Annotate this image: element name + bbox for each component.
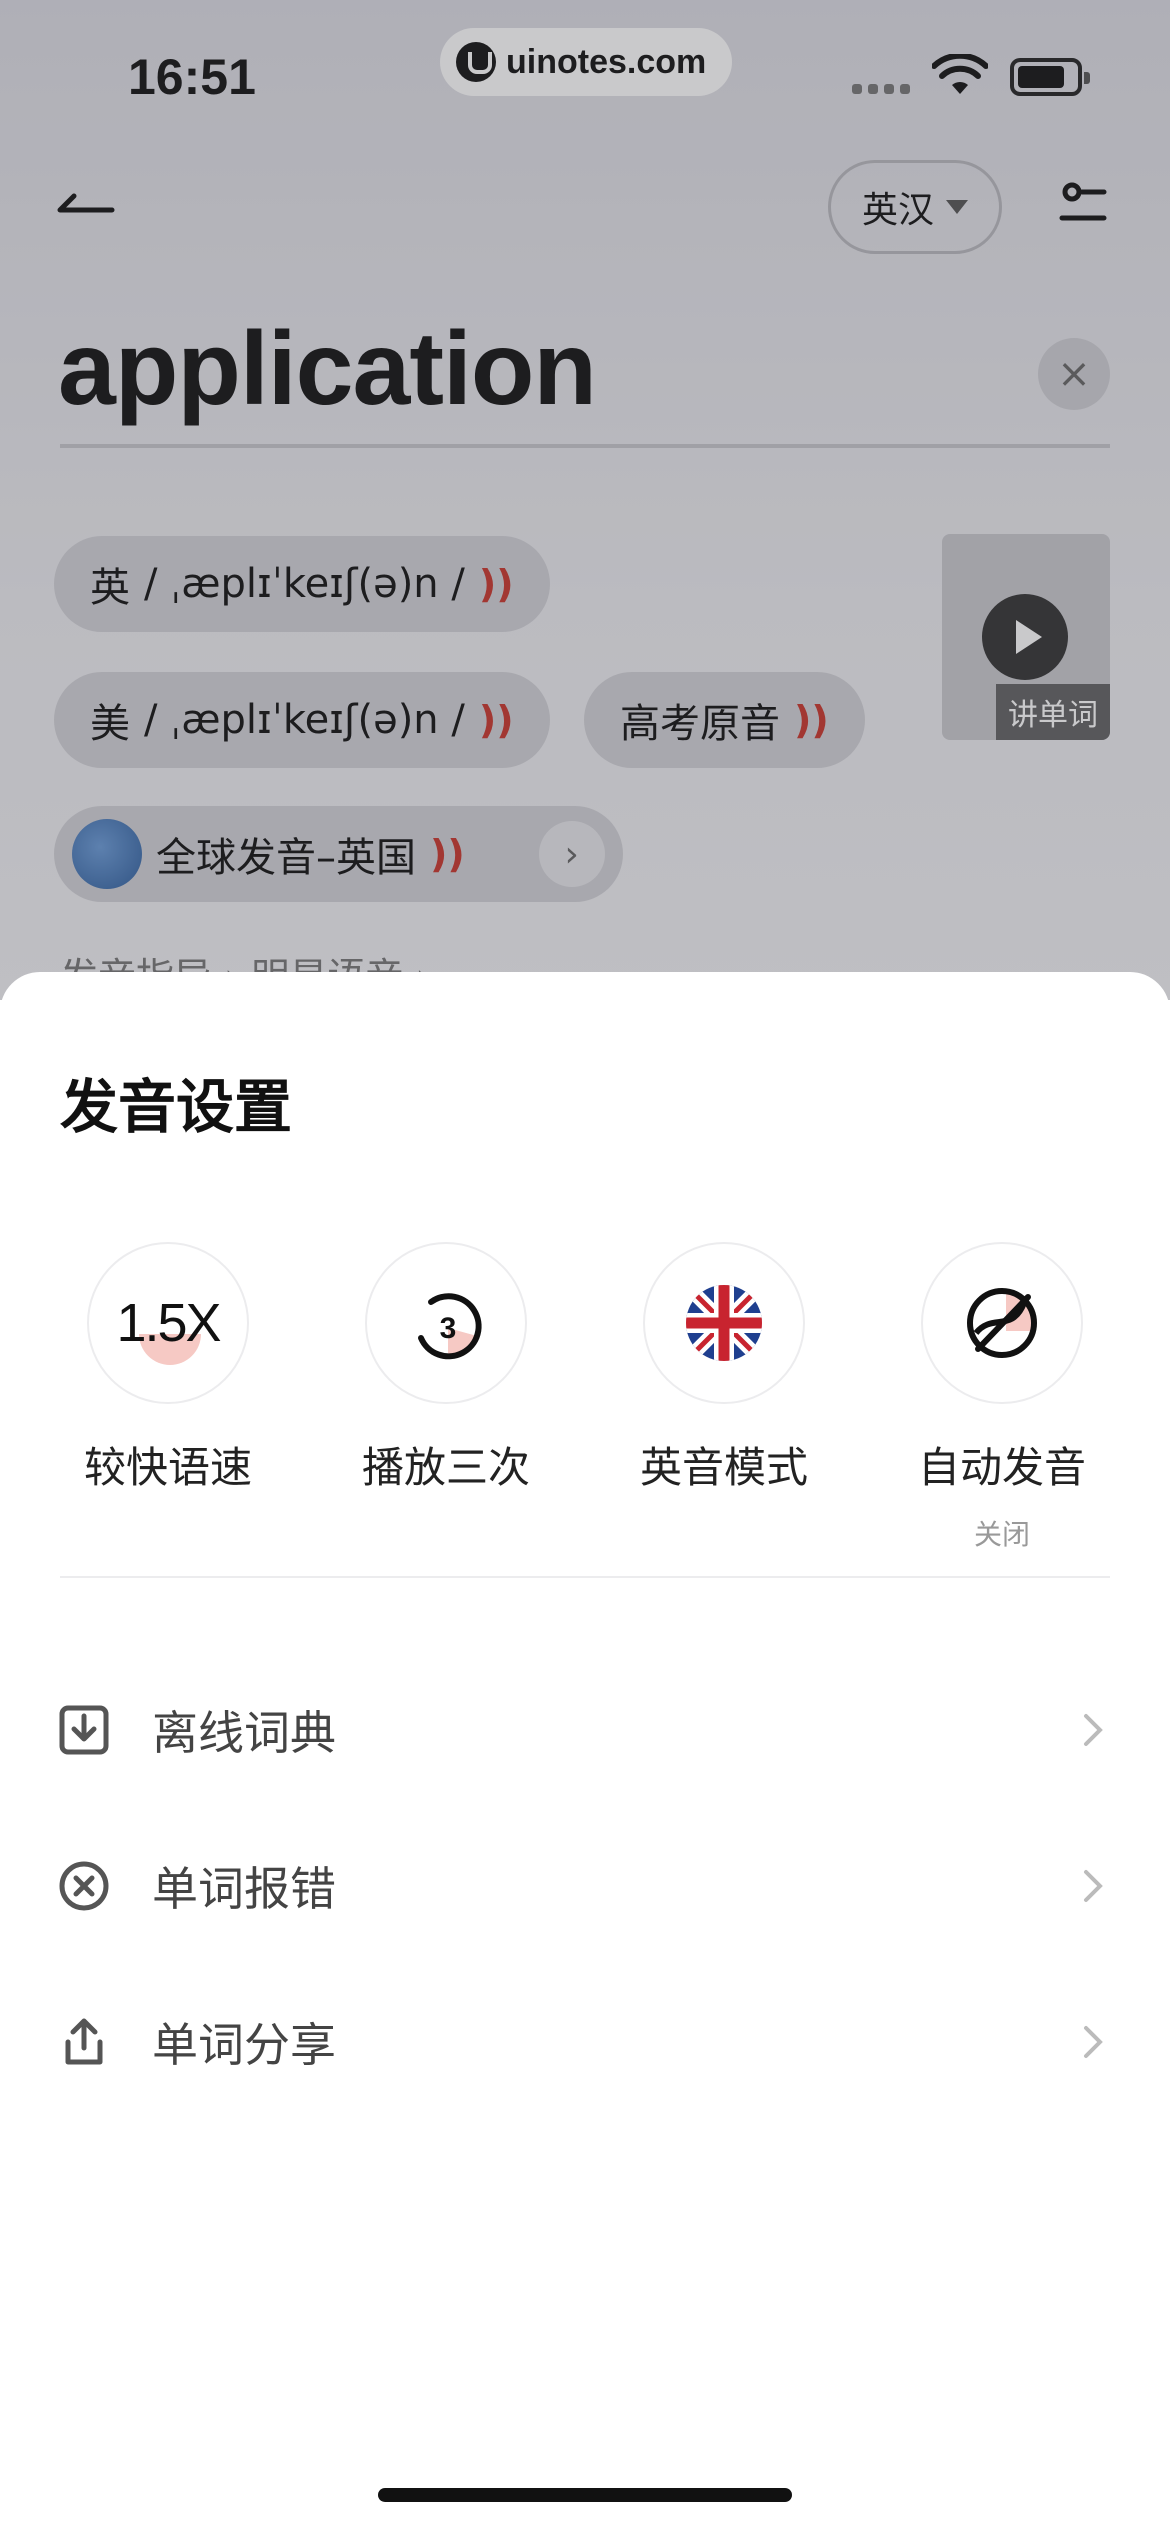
speed-option[interactable]: 1.5X 较快语速 — [58, 1242, 278, 1495]
accent-label: 英音模式 — [639, 1443, 808, 1492]
speed-label: 较快语速 — [83, 1443, 252, 1492]
speed-value: 1.5X — [116, 1293, 221, 1353]
replay-three-icon: 3 — [365, 1242, 527, 1404]
pronunciation-options: 1.5X 较快语速 3 播放三次 英音模式 自动发音 关闭 — [0, 1242, 1170, 1551]
divider — [60, 1576, 1110, 1578]
share-icon — [65, 2018, 103, 2065]
error-report-icon — [59, 1861, 109, 1911]
auto-play-label: 自动发音 — [917, 1443, 1086, 1492]
menu-item-share-word[interactable]: 单词分享 — [0, 1982, 1170, 2102]
pronunciation-settings-sheet: 发音设置 1.5X 较快语速 3 播放三次 英音模式 自动发音 关闭 离线词典 … — [0, 972, 1170, 2532]
modal-overlay[interactable] — [0, 0, 1170, 1000]
home-indicator[interactable] — [378, 2488, 792, 2502]
replay-count: 3 — [440, 1312, 457, 1345]
auto-play-status: 关闭 — [973, 1518, 1030, 1551]
chevron-right-icon — [1084, 1870, 1103, 1902]
speed-icon: 1.5X — [87, 1242, 249, 1404]
sheet-title: 发音设置 — [60, 1073, 293, 1141]
download-icon — [59, 1705, 109, 1755]
uk-flag-icon — [643, 1242, 805, 1404]
menu-item-report-error[interactable]: 单词报错 — [0, 1826, 1170, 1946]
menu-label-offline-dictionary: 离线词典 — [152, 1706, 336, 1760]
menu-label-report-error: 单词报错 — [152, 1862, 336, 1916]
chevron-right-icon — [1084, 1714, 1103, 1746]
auto-play-option[interactable]: 自动发音 关闭 — [892, 1242, 1112, 1553]
replay-option[interactable]: 3 播放三次 — [336, 1242, 556, 1495]
menu-item-offline-dictionary[interactable]: 离线词典 — [0, 1670, 1170, 1790]
replay-label: 播放三次 — [361, 1443, 530, 1492]
menu-label-share-word: 单词分享 — [152, 2018, 336, 2072]
auto-play-off-icon — [921, 1242, 1083, 1404]
accent-option[interactable]: 英音模式 — [614, 1242, 834, 1495]
chevron-right-icon — [1084, 2026, 1103, 2058]
